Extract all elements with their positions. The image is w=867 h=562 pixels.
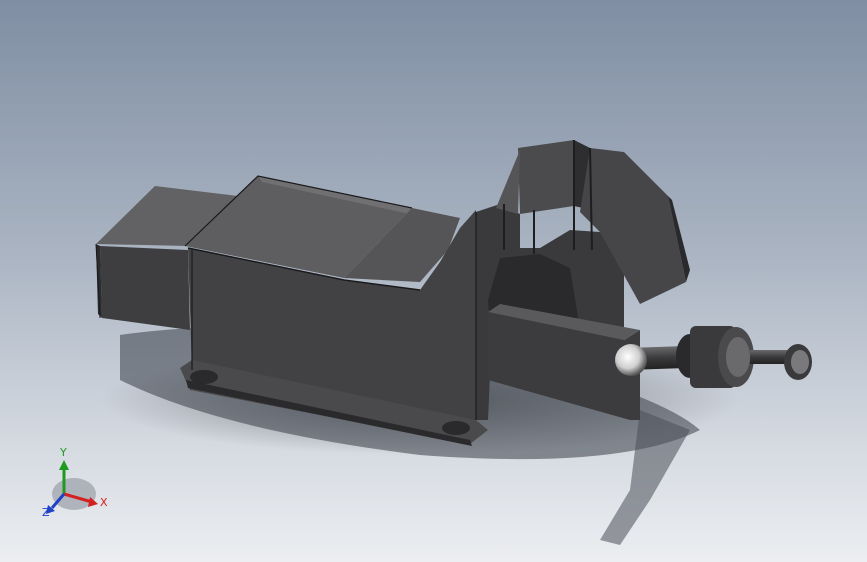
mount-hole-right <box>442 421 470 435</box>
y-axis-label: Y <box>59 446 67 459</box>
model-canvas[interactable]: Y X Z <box>0 0 867 562</box>
z-axis-label: Z <box>42 506 50 519</box>
mount-hole-left <box>190 370 218 384</box>
axis-triad: Y X Z <box>42 446 108 519</box>
x-axis-label: X <box>100 496 108 509</box>
3d-viewport[interactable]: Y X Z <box>0 0 867 562</box>
